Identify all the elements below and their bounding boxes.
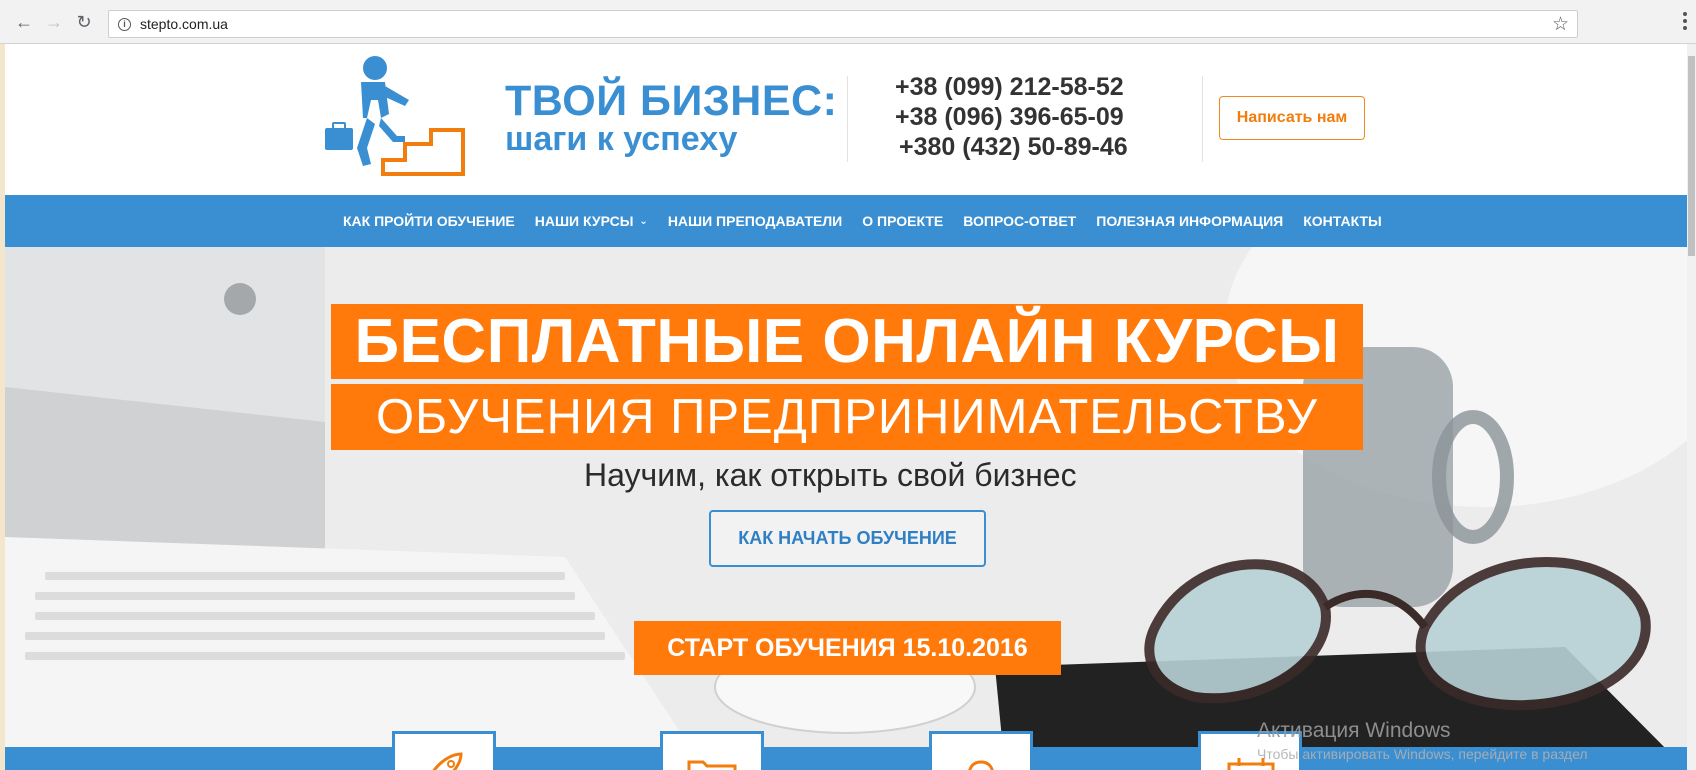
back-arrow-icon[interactable]: ← <box>14 12 34 32</box>
windows-activation-title: Активация Windows <box>1257 719 1451 742</box>
brand-title: ТВОЙ БИЗНЕС: <box>505 77 838 125</box>
nav-item-label: ВОПРОС-ОТВЕТ <box>963 213 1077 229</box>
phone-list: +38 (099) 212-58-52 +38 (096) 396-65-09 … <box>895 72 1155 162</box>
nav-item-label: НАШИ КУРСЫ <box>534 213 634 229</box>
folder-icon <box>687 760 737 770</box>
feature-tile-teacher[interactable] <box>929 731 1033 770</box>
nav-item-contacts[interactable]: КОНТАКТЫ <box>1303 213 1381 229</box>
nav-item-label: О ПРОЕКТЕ <box>862 213 944 229</box>
header-divider <box>847 76 848 162</box>
reload-icon[interactable]: ↻ <box>74 12 94 32</box>
nav-item-useful-info[interactable]: ПОЛЕЗНАЯ ИНФОРМАЦИЯ <box>1096 213 1283 229</box>
nav-item-label: НАШИ ПРЕПОДАВАТЕЛИ <box>667 213 843 229</box>
teacher-icon <box>968 760 994 770</box>
rocket-icon <box>432 752 463 770</box>
nav-item-teachers[interactable]: НАШИ ПРЕПОДАВАТЕЛИ <box>668 213 842 229</box>
start-date-badge: СТАРТ ОБУЧЕНИЯ 15.10.2016 <box>634 621 1061 675</box>
chevron-down-icon: ⌄ <box>639 215 648 227</box>
bookmark-star-icon[interactable]: ☆ <box>1552 13 1569 36</box>
nav-item-faq[interactable]: ВОПРОС-ОТВЕТ <box>963 213 1076 229</box>
main-navigation: КАК ПРОЙТИ ОБУЧЕНИЕ НАШИ КУРСЫ ⌄ НАШИ ПРЕ… <box>5 195 1687 247</box>
write-us-button[interactable]: Написать нам <box>1219 96 1365 140</box>
url-text[interactable]: stepto.com.ua <box>140 16 228 32</box>
nav-item-label: КОНТАКТЫ <box>1303 213 1382 229</box>
brand-subtitle: шаги к успеху <box>505 120 738 158</box>
phone-number[interactable]: +38 (096) 396-65-09 <box>895 102 1155 132</box>
hero-subheadline: ОБУЧЕНИЯ ПРЕДПРИНИМАТЕЛЬСТВУ <box>331 384 1363 450</box>
nav-item-how-to-study[interactable]: КАК ПРОЙТИ ОБУЧЕНИЕ <box>343 213 515 229</box>
hero-headline: БЕСПЛАТНЫЕ ОНЛАЙН КУРСЫ <box>331 304 1363 379</box>
nav-item-label: ПОЛЕЗНАЯ ИНФОРМАЦИЯ <box>1096 213 1284 229</box>
browser-toolbar: ← → ↻ i stepto.com.ua ☆ <box>0 0 1696 44</box>
feature-tile-folder[interactable] <box>660 731 764 770</box>
site-info-icon[interactable]: i <box>118 18 131 31</box>
nav-item-our-courses[interactable]: НАШИ КУРСЫ ⌄ <box>535 213 648 229</box>
nav-item-label: КАК ПРОЙТИ ОБУЧЕНИЕ <box>343 213 515 229</box>
forward-arrow-icon[interactable]: → <box>44 12 64 32</box>
phone-number[interactable]: +38 (099) 212-58-52 <box>895 72 1155 102</box>
windows-activation-subtitle: Чтобы активировать Windows, перейдите в … <box>1257 746 1588 762</box>
site-logo-icon[interactable] <box>323 56 469 182</box>
address-bar[interactable]: i stepto.com.ua ☆ <box>108 10 1578 38</box>
how-to-start-button[interactable]: КАК НАЧАТЬ ОБУЧЕНИЕ <box>709 510 986 567</box>
feature-tile-rocket[interactable] <box>392 731 496 770</box>
header-divider <box>1202 76 1203 162</box>
nav-item-about[interactable]: О ПРОЕКТЕ <box>862 213 943 229</box>
page-scrollbar[interactable] <box>1687 44 1696 770</box>
hero-tagline: Научим, как открыть свой бизнес <box>584 457 1077 493</box>
web-page: ТВОЙ БИЗНЕС: шаги к успеху +38 (099) 212… <box>5 44 1687 770</box>
phone-number[interactable]: +380 (432) 50-89-46 <box>895 132 1155 162</box>
hero-section: БЕСПЛАТНЫЕ ОНЛАЙН КУРСЫ ОБУЧЕНИЯ ПРЕДПРИ… <box>5 247 1687 770</box>
browser-menu-icon[interactable] <box>1680 10 1690 34</box>
site-header: ТВОЙ БИЗНЕС: шаги к успеху +38 (099) 212… <box>5 44 1687 195</box>
scrollbar-thumb[interactable] <box>1688 56 1695 256</box>
